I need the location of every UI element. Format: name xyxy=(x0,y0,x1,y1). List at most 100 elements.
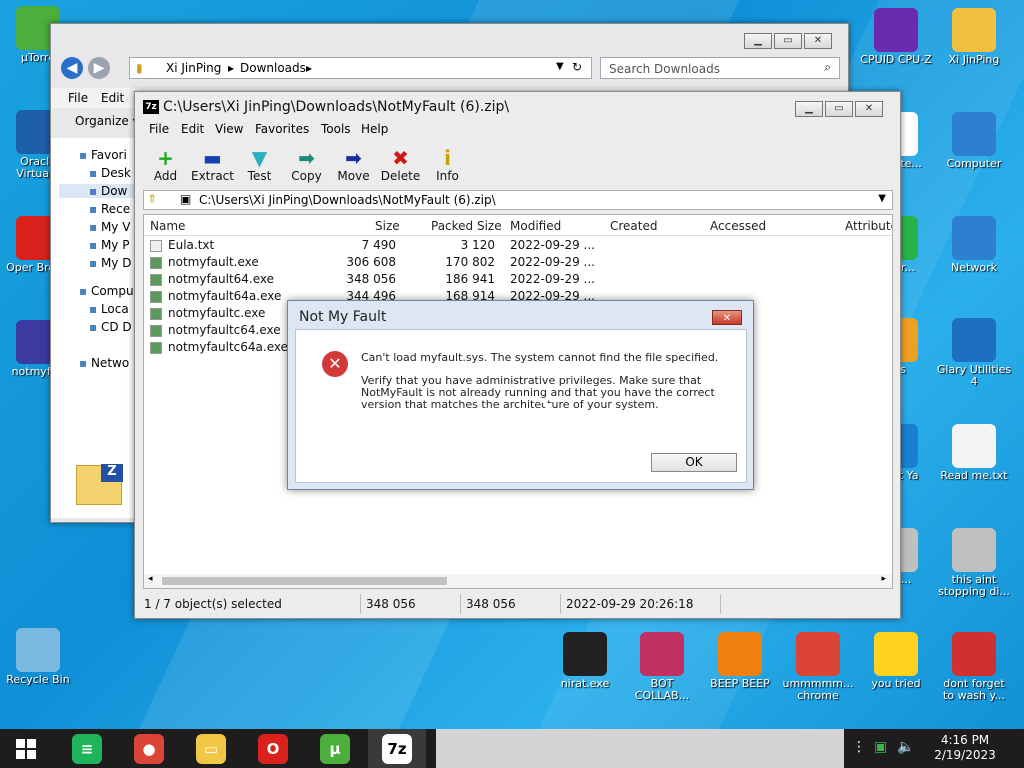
organize-button[interactable]: Organize ▾ xyxy=(75,114,139,128)
toolbar-extract-button[interactable]: ▬ Extract xyxy=(190,147,235,183)
menu-file[interactable]: File xyxy=(68,91,88,105)
exe-file-icon xyxy=(150,257,162,269)
breadcrumb-1[interactable]: Xi JinPing xyxy=(166,61,221,75)
start-button[interactable] xyxy=(0,729,52,768)
chrome-app[interactable]: ● xyxy=(120,729,178,768)
chevron-down-icon[interactable]: ▼ xyxy=(878,193,886,204)
sheets-app[interactable]: ≡ xyxy=(58,729,116,768)
desktop-icon-label: dont forget to wash y... xyxy=(943,677,1005,702)
menu-3[interactable]: Favorites xyxy=(255,122,309,136)
desktop-icon-icons_bottom-3[interactable]: ummmmm... chrome xyxy=(780,632,856,702)
nav-item[interactable]: ▪ Desk xyxy=(89,166,131,180)
network-tray-icon[interactable]: ▣ xyxy=(874,739,887,755)
minimize-button[interactable]: ▁ xyxy=(795,101,823,117)
close-button[interactable]: ✕ xyxy=(804,33,832,49)
menu-2[interactable]: View xyxy=(215,122,243,136)
nav-item[interactable]: ▪ My V xyxy=(89,220,130,234)
nav-item[interactable]: ▪ Netwo xyxy=(79,356,129,370)
utorrent-app-icon: µ xyxy=(320,733,350,764)
column-created[interactable]: Created xyxy=(610,219,658,233)
path-bar[interactable]: ⇑ ▣ C:\Users\Xi JinPing\Downloads\NotMyF… xyxy=(143,190,893,210)
taskbar-search-area[interactable] xyxy=(436,729,844,768)
nav-label: Loca xyxy=(100,302,129,316)
chevron-down-icon[interactable]: ▼ xyxy=(556,61,564,72)
minimize-button[interactable]: ▁ xyxy=(744,33,772,49)
sevenzip-app[interactable]: 7z xyxy=(368,729,426,768)
toolbar-delete-button[interactable]: ✖ Delete xyxy=(378,147,423,183)
dialog-close-button[interactable]: ✕ xyxy=(712,310,742,325)
sevenzip-app-icon: 7z xyxy=(382,733,412,764)
column-accessed[interactable]: Accessed xyxy=(710,219,766,233)
search-icon: ⌕ xyxy=(824,60,831,74)
ok-button[interactable]: OK xyxy=(651,453,737,472)
address-bar[interactable]: ▮ Xi JinPing ▸ Downloads ▸ ▼ ↻ xyxy=(129,57,592,79)
menu-1[interactable]: Edit xyxy=(181,122,204,136)
breadcrumb-2[interactable]: Downloads xyxy=(240,61,306,75)
opera-app[interactable]: O xyxy=(244,729,302,768)
search-input[interactable]: Search Downloads ⌕ xyxy=(600,57,840,79)
folder-icon: ▮ xyxy=(136,61,143,75)
maximize-button[interactable]: ▭ xyxy=(774,33,802,49)
desktop-icon-icons_bottom-0[interactable]: nirat.exe xyxy=(547,632,623,690)
back-button[interactable]: ◀ xyxy=(61,57,83,79)
refresh-icon[interactable]: ↻ xyxy=(572,60,582,74)
nav-item[interactable]: ▪ Rece xyxy=(89,202,130,216)
toolbar-info-button[interactable]: i Info xyxy=(425,147,470,183)
column-size[interactable]: Size xyxy=(375,219,400,233)
status-selected: 1 / 7 object(s) selected xyxy=(144,597,282,611)
menu-edit[interactable]: Edit xyxy=(101,91,124,105)
forward-button[interactable]: ▶ xyxy=(88,57,110,79)
menu-5[interactable]: Help xyxy=(361,122,388,136)
menu-4[interactable]: Tools xyxy=(321,122,351,136)
nav-item[interactable]: ▪ Favori xyxy=(79,148,127,162)
desktop-icon-icons_bottom-4[interactable]: you tried xyxy=(858,632,934,690)
error-dialog[interactable]: Not My Fault ✕ ✕ Can't load myfault.sys.… xyxy=(287,300,754,490)
maximize-button[interactable]: ▭ xyxy=(825,101,853,117)
dialog-message-1: Can't load myfault.sys. The system canno… xyxy=(361,351,719,364)
error-icon: ✕ xyxy=(322,351,348,377)
nav-item[interactable]: ▪ My D xyxy=(89,256,131,270)
nav-item[interactable]: ▪ CD D xyxy=(89,320,132,334)
nav-item[interactable]: ▪ Compu xyxy=(79,284,134,298)
desktop-icon-label: Read me.txt xyxy=(940,469,1008,482)
column-modified[interactable]: Modified xyxy=(510,219,561,233)
menu-0[interactable]: File xyxy=(149,122,169,136)
tray-overflow-icon[interactable]: ⋮ xyxy=(852,739,866,755)
toolbar-test-button[interactable]: ▼ Test xyxy=(237,147,282,183)
utorrent-app[interactable]: µ xyxy=(306,729,364,768)
table-row[interactable]: Eula.txt 7 490 3 120 2022-09-29 ... xyxy=(144,237,892,254)
toolbar-move-button[interactable]: ➡ Move xyxy=(331,147,376,183)
desktop-icon-icons_right-3[interactable]: Computer xyxy=(936,112,1012,170)
table-row[interactable]: notmyfault.exe 306 608 170 802 2022-09-29 .… xyxy=(144,254,892,271)
table-row[interactable]: notmyfault64.exe 348 056 186 941 2022-09-29… xyxy=(144,271,892,288)
volume-icon[interactable]: 🔈 xyxy=(897,739,914,755)
horizontal-scrollbar[interactable]: ◂ ▸ xyxy=(144,574,892,588)
desktop-icon-icons_right-11[interactable]: this aint stopping di... xyxy=(936,528,1012,598)
clock[interactable]: 4:16 PM 2/19/2023 xyxy=(930,733,1000,763)
status-size: 348 056 xyxy=(366,597,416,611)
sevenzip-toolbar: + Add ▬ Extract ▼ Test ➡ Copy ➡ Move ✖ Delete i Info xyxy=(143,147,470,183)
desktop-icon-icons_right-5[interactable]: Network xyxy=(936,216,1012,274)
up-folder-icon[interactable]: ⇑ xyxy=(147,192,157,206)
column-attributes[interactable]: Attribute xyxy=(845,219,892,233)
nav-item[interactable]: ▪ Loca xyxy=(89,302,129,316)
windows-logo-icon xyxy=(16,738,36,759)
toolbar-copy-button[interactable]: ➡ Copy xyxy=(284,147,329,183)
desktop-icon-icons_right-7[interactable]: Glary Utilities 4 xyxy=(936,318,1012,388)
desktop-icon-icons_bottom-1[interactable]: BOT COLLAB... xyxy=(624,632,700,702)
desktop-icon-icons_right-1[interactable]: Xi JinPing xyxy=(936,8,1012,66)
desktop-icon-icons_bottom-5[interactable]: dont forget to wash y... xyxy=(936,632,1012,702)
desktop-icon-icons_left-4[interactable]: Recycle Bin xyxy=(0,628,76,686)
toolbar-add-button[interactable]: + Add xyxy=(143,147,188,183)
column-packed-size[interactable]: Packed Size xyxy=(431,219,502,233)
nav-label: Dow xyxy=(100,184,128,198)
desktop-icon-icons_right-9[interactable]: Read me.txt xyxy=(936,424,1012,482)
explorer-app[interactable]: ▭ xyxy=(182,729,240,768)
desktop-icon-icons_right-0[interactable]: CPUID CPU-Z xyxy=(858,8,934,66)
scrollbar-thumb[interactable] xyxy=(162,577,447,585)
close-button[interactable]: ✕ xyxy=(855,101,883,117)
nav-item[interactable]: ▪ Dow xyxy=(59,184,135,198)
column-name[interactable]: Name xyxy=(150,219,185,233)
nav-item[interactable]: ▪ My P xyxy=(89,238,129,252)
desktop-icon-icons_bottom-2[interactable]: BEEP BEEP xyxy=(702,632,778,690)
